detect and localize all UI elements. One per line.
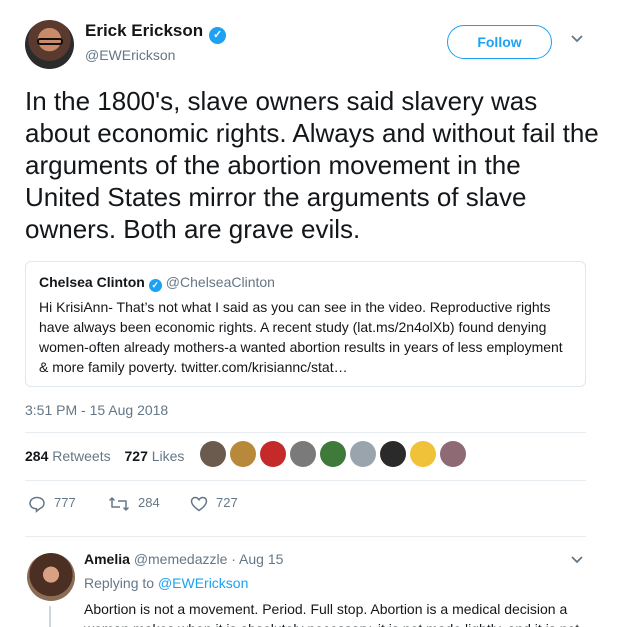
liker-avatar[interactable] <box>230 441 256 467</box>
liker-avatar[interactable] <box>350 441 376 467</box>
quoted-tweet-text: Hi KrisiAnn- That’s not what I said as y… <box>39 299 563 375</box>
retweet-icon <box>108 496 130 511</box>
liker-avatar[interactable] <box>260 441 286 467</box>
author-handle[interactable]: @EWErickson <box>85 47 175 63</box>
quoted-tweet-header: Chelsea Clinton ✓ @ChelseaClinton <box>39 274 572 292</box>
likers-avatars <box>200 441 470 469</box>
reply-count: 777 <box>54 495 76 510</box>
tweet-header: Erick Erickson ✓ @EWErickson Follow <box>25 15 595 71</box>
verified-badge-icon: ✓ <box>209 27 227 44</box>
reply-text: Abortion is not a movement. Period. Full… <box>84 601 579 627</box>
replying-to-link[interactable]: @EWErickson <box>158 575 248 591</box>
like-button[interactable]: 727 <box>190 491 238 515</box>
liker-avatar[interactable] <box>380 441 406 467</box>
tweet-timestamp[interactable]: 3:51 PM - 15 Aug 2018 <box>25 402 168 418</box>
heart-icon <box>190 496 208 511</box>
likes-stat[interactable]: 727 Likes <box>125 443 185 469</box>
reply-button[interactable]: 777 <box>28 491 76 515</box>
quoted-author-handle: @ChelseaClinton <box>165 274 275 290</box>
like-count: 727 <box>216 495 238 510</box>
verified-badge-icon: ✓ <box>148 279 162 292</box>
reply-tweet[interactable]: Amelia @memedazzle · Aug 15 Replying to … <box>25 548 595 627</box>
liker-avatar[interactable] <box>320 441 346 467</box>
chevron-down-icon[interactable] <box>570 552 584 571</box>
quoted-author-name: Chelsea Clinton <box>39 274 145 290</box>
liker-avatar[interactable] <box>290 441 316 467</box>
divider <box>25 536 586 537</box>
reply-avatar[interactable] <box>27 553 75 601</box>
tweet-stats: 284 Retweets 727 Likes <box>25 443 194 469</box>
follow-button[interactable]: Follow <box>447 25 552 59</box>
reply-header: Amelia @memedazzle · Aug 15 <box>84 551 283 567</box>
liker-avatar[interactable] <box>200 441 226 467</box>
reply-author-name[interactable]: Amelia <box>84 551 130 567</box>
author-name-row[interactable]: Erick Erickson ✓ <box>85 21 227 44</box>
retweets-stat[interactable]: 284 Retweets <box>25 443 111 469</box>
divider <box>25 480 586 481</box>
quoted-tweet[interactable]: Chelsea Clinton ✓ @ChelseaClinton Hi Krisi… <box>25 261 586 387</box>
reply-icon <box>29 496 45 513</box>
tweet-text: In the 1800's, slave owners said slavery… <box>25 86 599 244</box>
reply-author-handle[interactable]: @memedazzle · Aug 15 <box>134 551 284 567</box>
author-name[interactable]: Erick Erickson <box>85 21 203 40</box>
replying-to: Replying to @EWErickson <box>84 575 249 591</box>
chevron-down-icon[interactable] <box>570 31 584 45</box>
divider <box>25 432 586 433</box>
retweet-count: 284 <box>138 495 160 510</box>
liker-avatar[interactable] <box>440 441 466 467</box>
thread-line <box>49 606 51 627</box>
retweet-button[interactable]: 284 <box>108 491 160 515</box>
avatar[interactable] <box>25 20 74 69</box>
liker-avatar[interactable] <box>410 441 436 467</box>
